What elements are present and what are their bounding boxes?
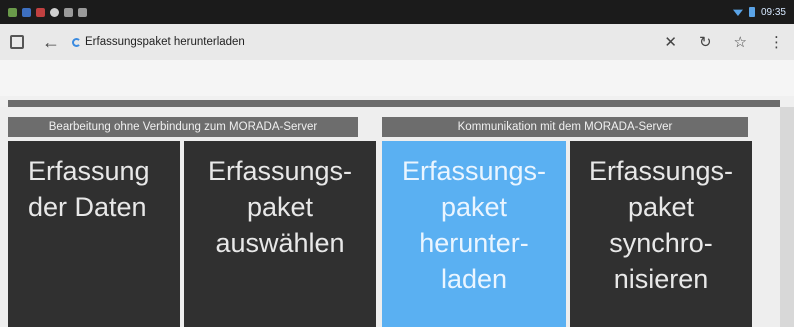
tabs-icon[interactable] — [10, 35, 24, 49]
notification-icon — [78, 7, 87, 17]
tile-paket-synchronisieren[interactable]: Erfassungs- paket synchro- nisieren — [570, 141, 752, 327]
back-arrow-icon[interactable]: ← — [42, 33, 60, 51]
browser-toolbar: ← Erfassungspaket herunterladen ✕ ↻ ☆ ⋮ — [0, 24, 794, 60]
address-bar[interactable]: Erfassungspaket herunterladen — [72, 28, 664, 56]
menu-icon[interactable]: ⋮ — [769, 35, 784, 50]
notification-icon — [8, 7, 17, 17]
wifi-icon — [732, 9, 743, 16]
notification-icon — [22, 7, 31, 17]
page-right-margin — [780, 107, 794, 327]
page-top-area — [0, 60, 794, 96]
notification-icon — [50, 7, 59, 17]
battery-icon — [748, 7, 755, 17]
tile-paket-herunterladen[interactable]: Erfassungs- paket herunter- laden — [382, 141, 566, 327]
system-status: 09:35 — [732, 6, 786, 18]
section-header-online: Kommunikation mit dem MORADA-Server — [382, 117, 748, 137]
reload-icon[interactable]: ↻ — [699, 35, 712, 50]
notification-icon — [36, 7, 45, 17]
android-status-bar: 09:35 — [0, 0, 794, 24]
header-divider — [8, 100, 780, 107]
tile-paket-auswaehlen[interactable]: Erfassungs- paket auswählen — [184, 141, 376, 327]
loading-icon — [72, 37, 81, 47]
web-page: Bearbeitung ohne Verbindung zum MORADA-S… — [0, 60, 794, 327]
tile-erfassung-der-daten[interactable]: Erfassung der Daten — [8, 141, 180, 327]
notification-icons — [8, 7, 87, 17]
clock: 09:35 — [760, 6, 786, 18]
toolbar-actions: ✕ ↻ ☆ ⋮ — [664, 35, 784, 50]
notification-icon — [64, 7, 73, 17]
url-text[interactable]: Erfassungspaket herunterladen — [85, 36, 245, 48]
close-icon[interactable]: ✕ — [664, 35, 677, 50]
section-header-offline: Bearbeitung ohne Verbindung zum MORADA-S… — [8, 117, 358, 137]
star-icon[interactable]: ☆ — [734, 35, 747, 50]
